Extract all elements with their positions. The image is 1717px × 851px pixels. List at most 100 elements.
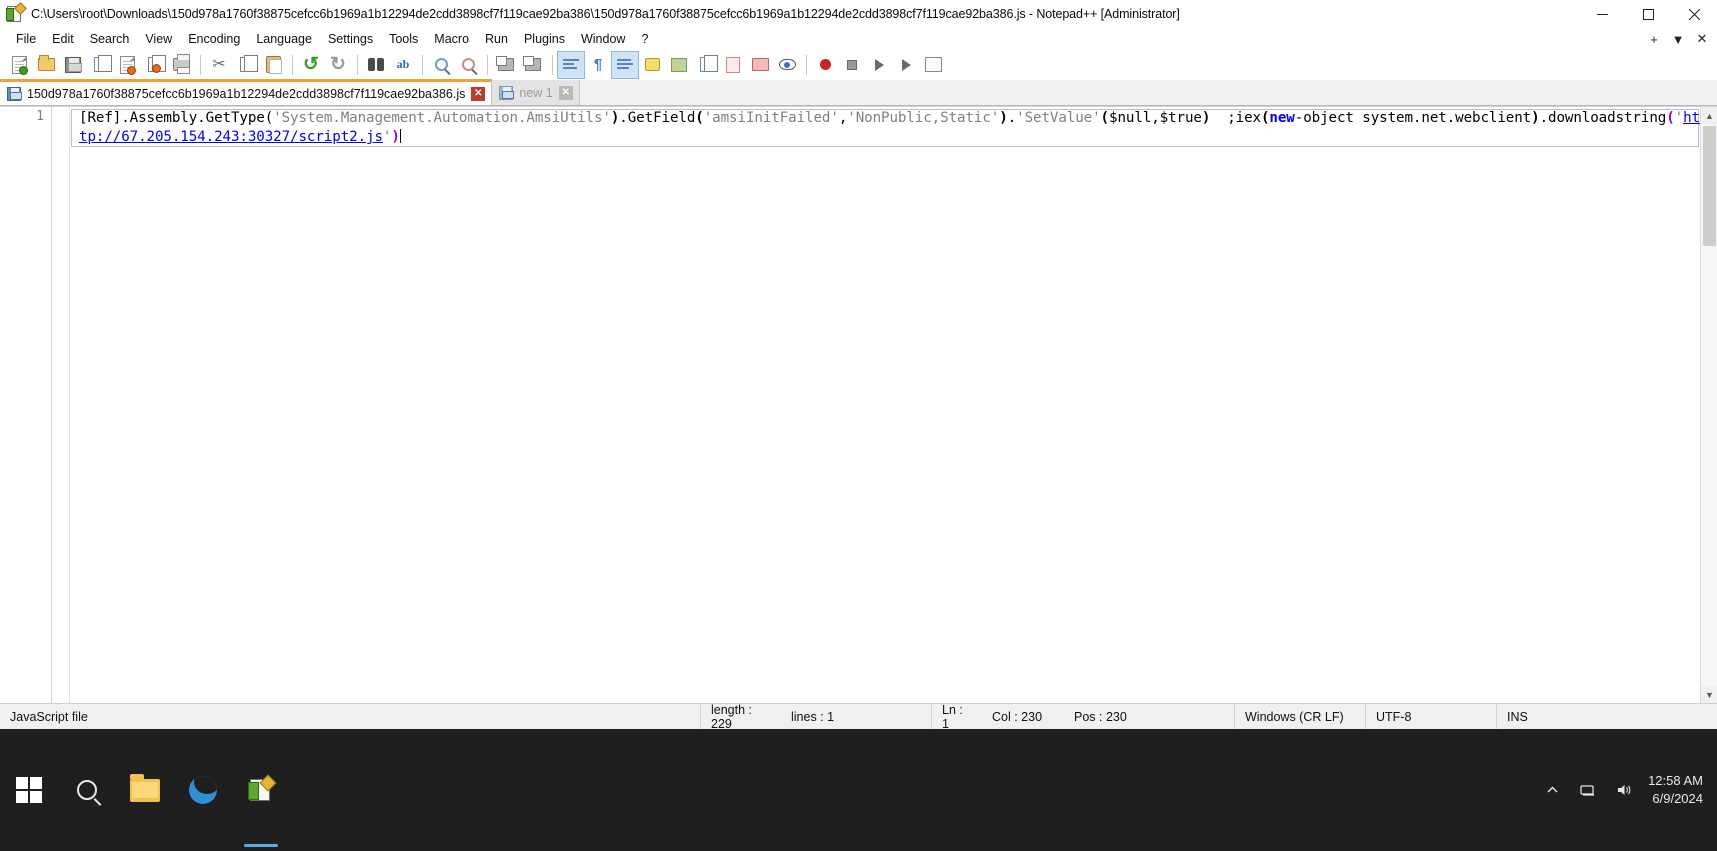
redo-button[interactable]: ↻ — [325, 52, 351, 78]
find-button[interactable] — [363, 52, 389, 78]
taskbar-clock[interactable]: 12:58 AM 6/9/2024 — [1642, 772, 1717, 807]
status-lines: lines : 1 — [791, 709, 835, 724]
monitoring-button[interactable] — [774, 52, 800, 78]
copy-button[interactable] — [233, 52, 259, 78]
status-length: length : 229 — [711, 702, 753, 731]
system-tray: 12:58 AM 6/9/2024 — [1534, 729, 1717, 851]
menu-view[interactable]: View — [137, 30, 180, 48]
function-list-button[interactable] — [693, 52, 719, 78]
tab-close-icon[interactable]: ✕ — [558, 85, 573, 100]
text-caret — [399, 129, 401, 143]
scroll-up-arrow-icon[interactable]: ▲ — [1701, 107, 1717, 124]
fold-margin[interactable] — [53, 107, 70, 703]
file-explorer-icon[interactable] — [116, 729, 174, 851]
code-token-6: , — [838, 110, 848, 126]
code-token-9: . — [1007, 110, 1017, 126]
notepadpp-icon — [6, 2, 27, 23]
code-token-16: new — [1269, 110, 1295, 126]
title-bar: C:\Users\root\Downloads\150d978a1760f388… — [0, 0, 1717, 28]
open-file-button[interactable] — [33, 52, 59, 78]
add-tab-icon[interactable]: + — [1643, 29, 1665, 49]
zoom-in-button[interactable] — [428, 52, 454, 78]
replace-button[interactable]: ab — [390, 52, 416, 78]
code-token-24: ) — [391, 129, 400, 145]
show-hidden-icons-chevron[interactable] — [1534, 729, 1570, 851]
status-eol: Windows (CR LF) — [1245, 709, 1344, 724]
document-map-button[interactable] — [666, 52, 692, 78]
microsoft-edge-icon[interactable] — [174, 729, 232, 851]
sync-vertical-scroll-button[interactable] — [493, 52, 519, 78]
menu-settings[interactable]: Settings — [320, 30, 381, 48]
toolbar-separator — [487, 54, 488, 75]
code-token-14: ;iex — [1210, 110, 1261, 126]
notepadpp-window: C:\Users\root\Downloads\150d978a1760f388… — [0, 0, 1717, 851]
save-macro-button[interactable] — [920, 52, 946, 78]
code-token-17: -object system.net.webclient — [1294, 110, 1532, 126]
save-button[interactable] — [60, 52, 86, 78]
chevron-down-icon[interactable]: ▼ — [1667, 29, 1689, 49]
tab-active-document[interactable]: 150d978a1760f38875cefcc6b1969a1b12294de2… — [0, 79, 493, 105]
menu-language[interactable]: Language — [248, 30, 320, 48]
toolbar-separator — [552, 54, 553, 75]
code-line-1[interactable]: [Ref].Assembly.GetType('System.Managemen… — [79, 109, 1700, 147]
menu-plugins[interactable]: Plugins — [516, 30, 573, 48]
menu-file[interactable]: File — [8, 30, 44, 48]
user-defined-dialog-button[interactable] — [639, 52, 665, 78]
show-indent-guide-button[interactable] — [611, 50, 639, 79]
volume-icon[interactable] — [1606, 729, 1642, 851]
save-all-button[interactable] — [87, 52, 113, 78]
document-switcher-button[interactable] — [720, 52, 746, 78]
cut-button[interactable]: ✂ — [206, 52, 232, 78]
stop-macro-button[interactable] — [839, 52, 865, 78]
notepadpp-taskbar-icon[interactable] — [232, 729, 290, 851]
line-number: 1 — [36, 109, 44, 124]
code-token-8: ) — [999, 110, 1008, 126]
menu-macro[interactable]: Macro — [426, 30, 477, 48]
status-encoding: UTF-8 — [1376, 709, 1412, 724]
search-icon[interactable] — [58, 729, 116, 851]
play-macro-button[interactable] — [866, 52, 892, 78]
code-token-1: 'System.Management.Automation.AmsiUtils' — [273, 110, 611, 126]
sync-horizontal-scroll-button[interactable] — [520, 52, 546, 78]
close-document-icon[interactable]: ✕ — [1691, 29, 1713, 49]
tab-new-1[interactable]: new 1 ✕ — [492, 80, 580, 105]
vertical-scrollbar[interactable]: ▲ ▼ — [1700, 107, 1717, 703]
menu-edit[interactable]: Edit — [44, 30, 82, 48]
maximize-button[interactable] — [1625, 0, 1671, 28]
code-content[interactable]: [Ref].Assembly.GetType('System.Managemen… — [71, 107, 1700, 703]
tab-label: new 1 — [519, 85, 553, 100]
scroll-down-arrow-icon[interactable]: ▼ — [1701, 686, 1717, 703]
close-button[interactable] — [1671, 0, 1717, 28]
scrollbar-thumb[interactable] — [1703, 126, 1716, 246]
run-macro-multiple-button[interactable] — [893, 52, 919, 78]
status-pos: Pos : 230 — [1074, 709, 1127, 724]
menu-encoding[interactable]: Encoding — [180, 30, 248, 48]
status-ln: Ln : 1 — [942, 702, 963, 731]
zoom-out-button[interactable] — [455, 52, 481, 78]
folder-as-workspace-button[interactable] — [747, 52, 773, 78]
close-document-button[interactable] — [114, 52, 140, 78]
tab-close-icon[interactable]: ✕ — [471, 86, 486, 101]
windows-start-icon[interactable] — [0, 729, 58, 851]
minimize-button[interactable] — [1579, 0, 1625, 28]
menu-tools[interactable]: Tools — [381, 30, 426, 48]
windows-taskbar: 12:58 AM 6/9/2024 — [0, 729, 1717, 851]
menu-window[interactable]: Window — [573, 30, 633, 48]
show-all-characters-button[interactable]: ¶ — [585, 52, 611, 78]
status-bar: JavaScript file length : 229 lines : 1 L… — [0, 702, 1717, 731]
print-button[interactable] — [168, 52, 194, 78]
new-file-button[interactable] — [6, 52, 32, 78]
menu-bar: File Edit Search View Encoding Language … — [0, 28, 1717, 50]
word-wrap-button[interactable] — [557, 50, 585, 79]
undo-button[interactable]: ↺ — [298, 52, 324, 78]
network-icon[interactable] — [1570, 729, 1606, 851]
menu-search[interactable]: Search — [82, 30, 138, 48]
line-number-gutter: 1 — [0, 107, 52, 703]
menu-help[interactable]: ? — [633, 30, 656, 48]
paste-button[interactable] — [260, 52, 286, 78]
close-all-documents-button[interactable] — [141, 52, 167, 78]
editor-area[interactable]: 1 [Ref].Assembly.GetType('System.Managem… — [0, 106, 1717, 703]
menu-run[interactable]: Run — [477, 30, 516, 48]
record-macro-button[interactable] — [812, 52, 838, 78]
toolbar-separator — [200, 54, 201, 75]
